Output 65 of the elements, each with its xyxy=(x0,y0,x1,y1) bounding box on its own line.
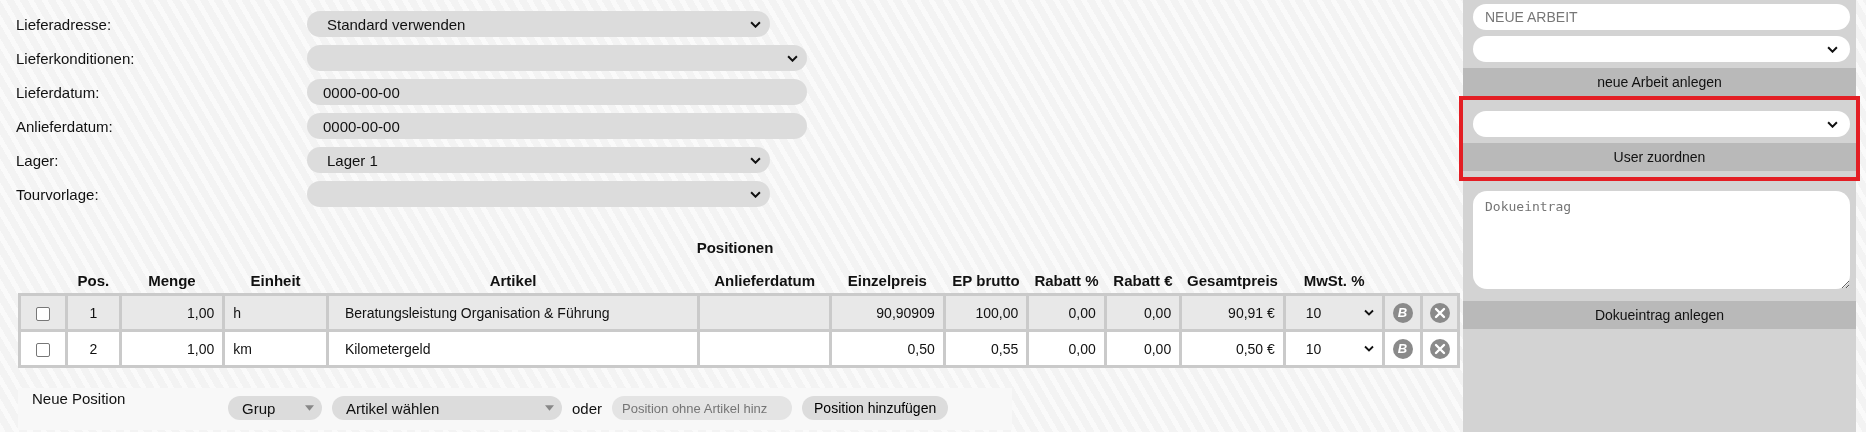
section-label: Neue Position xyxy=(32,390,127,407)
field-label: Lieferadresse: xyxy=(16,15,113,33)
field-label: Lager: xyxy=(16,151,60,169)
dropdown[interactable]: Standard verwenden xyxy=(307,11,770,37)
column-header: Einheit xyxy=(223,272,328,295)
field-label: Anlieferdatum: xyxy=(16,117,114,135)
table-cell: 100,00 xyxy=(944,294,1028,331)
table-cell: 90,90909 xyxy=(830,294,945,331)
column-header: Anlieferdatum xyxy=(698,272,831,295)
checkbox[interactable] xyxy=(36,306,51,321)
column-header: Einzelpreis xyxy=(830,272,945,295)
field-label: Tourvorlage: xyxy=(16,185,100,203)
input-field[interactable]: 0000-00-00 xyxy=(307,79,807,105)
chevron-icon xyxy=(787,54,798,62)
table-cell: h xyxy=(223,294,328,331)
dropdown[interactable]: Lager 1 xyxy=(307,147,770,173)
field-label: Lieferkonditionen: xyxy=(16,49,136,67)
add-position-button[interactable]: Position hinzufügen xyxy=(802,396,949,420)
chevron-icon xyxy=(1827,120,1838,128)
action-button[interactable]: User zuordnen xyxy=(1463,143,1856,171)
table-cell: 1 xyxy=(66,294,121,331)
table-cell: 1,00 xyxy=(120,330,224,367)
table-cell: 0,50 xyxy=(830,330,945,367)
delete-icon[interactable] xyxy=(1429,302,1450,323)
table-cell: 0,00 xyxy=(1105,330,1181,367)
dropdown[interactable]: Artikel wählen xyxy=(332,396,562,420)
delete-icon[interactable] xyxy=(1429,338,1450,359)
table-cell: km xyxy=(223,330,328,367)
table-cell: Beratungsleistung Organisation & Führung xyxy=(327,294,699,331)
table-cell: 0,00 xyxy=(1027,294,1106,331)
chevron-icon xyxy=(750,190,761,198)
column-header: MwSt. % xyxy=(1284,272,1384,295)
field-label: Lieferdatum: xyxy=(16,83,101,101)
table-cell: 2 xyxy=(66,330,121,367)
chevron-icon xyxy=(750,156,761,164)
chevron-icon xyxy=(750,20,761,28)
action-button[interactable]: Dokueintrag anlegen xyxy=(1463,301,1856,329)
table-cell: 90,91 € xyxy=(1180,294,1285,331)
column-header: EP brutto xyxy=(944,272,1028,295)
section-heading: Positionen xyxy=(696,239,774,256)
column-header: Gesamtpreis xyxy=(1180,272,1285,295)
table-cell: Kilometergeld xyxy=(327,330,699,367)
column-header: Artikel xyxy=(327,272,699,295)
table-cell: 0,55 xyxy=(944,330,1028,367)
input-field[interactable]: NEUE ARBEIT xyxy=(1473,4,1850,30)
column-header: Rabatt % xyxy=(1027,272,1106,295)
table-cell: 0,50 € xyxy=(1180,330,1285,367)
table-cell: 0,00 xyxy=(1105,294,1181,331)
column-header: Rabatt € xyxy=(1105,272,1181,295)
column-header: Menge xyxy=(120,272,224,295)
column-header: Pos. xyxy=(66,272,121,295)
action-button[interactable]: neue Arbeit anlegen xyxy=(1463,68,1856,96)
caret-icon xyxy=(305,405,314,411)
table-cell: 1,00 xyxy=(120,294,224,331)
chevron-icon xyxy=(1827,45,1838,53)
input-field[interactable]: 0000-00-00 xyxy=(307,113,807,139)
connector-text: oder xyxy=(572,400,603,417)
table-cell: 0,00 xyxy=(1027,330,1106,367)
chevron-icon xyxy=(1364,345,1375,352)
caret-icon xyxy=(545,405,554,411)
input-field[interactable]: Position ohne Artikel hinz xyxy=(612,396,793,420)
checkbox[interactable] xyxy=(36,342,51,357)
dropdown[interactable]: Grup xyxy=(228,396,322,420)
text-area[interactable]: Dokueintrag xyxy=(1473,191,1850,289)
chevron-icon xyxy=(1364,309,1375,316)
